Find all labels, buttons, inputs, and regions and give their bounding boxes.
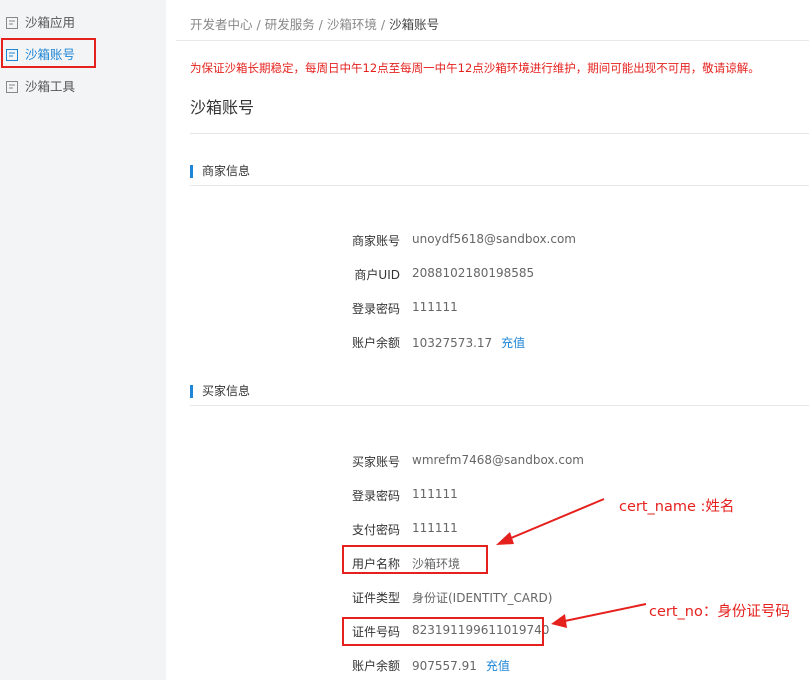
merchant-section-title: 商家信息 <box>190 165 250 178</box>
sidebar-item-sandbox-app[interactable]: 沙箱应用 <box>6 12 75 34</box>
cert-name-annotation: cert_name :姓名 <box>619 499 735 515</box>
sidebar: 沙箱应用 沙箱账号 沙箱工具 <box>0 0 166 680</box>
merchant-uid-label: 商户UID <box>354 268 400 282</box>
divider <box>176 40 809 41</box>
buyer-balance-label: 账户余额 <box>351 659 400 673</box>
merchant-balance: 10327573.17 充值 <box>412 334 525 351</box>
breadcrumb-separator: / <box>252 17 265 32</box>
buyer-balance: 907557.91 充值 <box>412 657 510 674</box>
tool-icon <box>6 81 18 93</box>
sidebar-highlight-box <box>1 38 96 68</box>
merchant-balance-value: 10327573.17 <box>412 336 493 350</box>
buyer-account-label: 买家账号 <box>351 455 400 469</box>
sidebar-item-label: 沙箱工具 <box>25 79 76 94</box>
merchant-login-password-label: 登录密码 <box>351 302 400 316</box>
merchant-uid-value: 2088102180198585 <box>412 266 535 280</box>
breadcrumb-item-developer-center[interactable]: 开发者中心 <box>190 17 253 32</box>
breadcrumb-separator: / <box>376 17 390 32</box>
breadcrumb: 开发者中心 / 研发服务 / 沙箱环境 / 沙箱账号 <box>190 14 439 33</box>
app-icon <box>6 17 18 29</box>
divider <box>190 185 809 186</box>
sidebar-item-label: 沙箱应用 <box>25 15 76 30</box>
sidebar-item-sandbox-tool[interactable]: 沙箱工具 <box>6 76 75 98</box>
buyer-login-password-label: 登录密码 <box>351 489 400 503</box>
breadcrumb-current: 沙箱账号 <box>389 17 440 32</box>
buyer-account-value: wmrefm7468@sandbox.com <box>412 453 584 467</box>
buyer-login-password-value: 111111 <box>412 487 458 501</box>
merchant-balance-label: 账户余额 <box>351 336 400 350</box>
breadcrumb-separator: / <box>314 17 327 32</box>
merchant-account-value: unoydf5618@sandbox.com <box>412 232 576 246</box>
divider <box>190 405 809 406</box>
merchant-recharge-link[interactable]: 充值 <box>501 336 525 350</box>
merchant-login-password-value: 111111 <box>412 300 458 314</box>
breadcrumb-item-sandbox-env[interactable]: 沙箱环境 <box>327 17 377 32</box>
divider <box>190 133 809 134</box>
buyer-cert-type-value: 身份证(IDENTITY_CARD) <box>412 591 553 605</box>
buyer-balance-value: 907557.91 <box>412 659 477 673</box>
page-title: 沙箱账号 <box>190 98 255 117</box>
username-highlight-box <box>342 545 488 574</box>
cert-no-highlight-box <box>342 617 544 646</box>
buyer-pay-password-label: 支付密码 <box>351 523 400 537</box>
buyer-section-title: 买家信息 <box>190 385 250 398</box>
buyer-pay-password-value: 111111 <box>412 521 458 535</box>
cert-no-annotation: cert_no：身份证号码 <box>649 604 790 620</box>
buyer-recharge-link[interactable]: 充值 <box>486 659 510 673</box>
buyer-cert-type-label: 证件类型 <box>351 591 400 605</box>
breadcrumb-item-rd-service[interactable]: 研发服务 <box>265 17 315 32</box>
maintenance-notice: 为保证沙箱长期稳定，每周日中午12点至每周一中午12点沙箱环境进行维护，期间可能… <box>190 61 760 75</box>
merchant-account-label: 商家账号 <box>351 234 400 248</box>
main-content: 开发者中心 / 研发服务 / 沙箱环境 / 沙箱账号 为保证沙箱长期稳定，每周日… <box>166 0 809 680</box>
